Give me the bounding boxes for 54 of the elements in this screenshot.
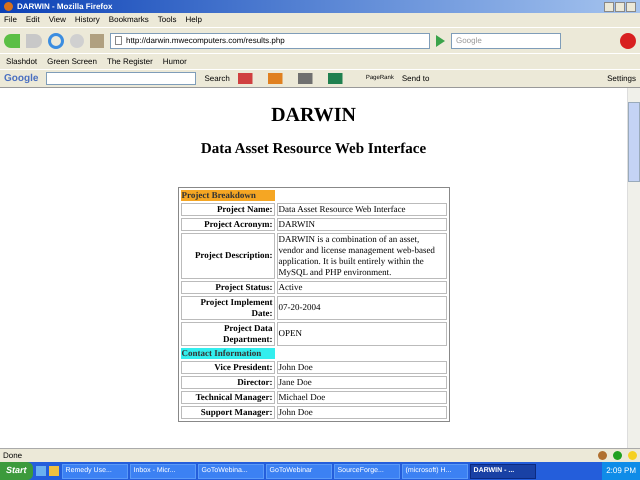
bookmark-link[interactable]: The Register bbox=[106, 56, 153, 68]
field-label: Project Description: bbox=[180, 232, 274, 278]
field-value: Data Asset Resource Web Interface bbox=[276, 202, 446, 216]
clock-text: 2:09 PM bbox=[606, 465, 636, 477]
google-logo: Google bbox=[4, 72, 38, 86]
menu-item[interactable]: Edit bbox=[26, 14, 40, 26]
field-label: Project Data Department: bbox=[180, 322, 274, 346]
field-value: OPEN bbox=[276, 322, 446, 346]
field-label: Project Status: bbox=[180, 280, 274, 294]
page-subheading: Data Asset Resource Web Interface bbox=[200, 140, 426, 159]
settings-button[interactable]: Settings bbox=[607, 72, 636, 84]
section-header: Project Breakdown bbox=[180, 190, 274, 200]
field-value: Active bbox=[276, 280, 446, 294]
scroll-thumb[interactable] bbox=[628, 102, 640, 182]
field-label: Project Implement Date: bbox=[180, 296, 274, 320]
firefox-icon bbox=[4, 2, 13, 11]
field-value: DARWIN bbox=[276, 218, 446, 230]
menu-item[interactable]: Tools bbox=[158, 14, 176, 26]
url-text: http://darwin.mwecomputers.com/results.php bbox=[126, 34, 285, 46]
address-field[interactable]: http://darwin.mwecomputers.com/results.php bbox=[110, 32, 430, 48]
quick-launch-icon[interactable] bbox=[48, 466, 59, 476]
scrollbar[interactable] bbox=[627, 88, 640, 448]
window-title: DARWIN - Mozilla Firefox bbox=[17, 0, 112, 12]
field-label: Director: bbox=[180, 376, 274, 388]
menu-item[interactable]: Help bbox=[185, 14, 202, 26]
quick-launch-icon[interactable] bbox=[36, 466, 46, 476]
start-button[interactable]: Start bbox=[0, 462, 33, 480]
field-label: Project Name: bbox=[180, 202, 274, 216]
bookmark-link[interactable]: Green Screen bbox=[47, 56, 97, 68]
menu-item[interactable]: View bbox=[48, 14, 66, 26]
stop-sign-icon[interactable] bbox=[620, 32, 636, 48]
field-value: DARWIN is a combination of an asset, vendor and license management web-based application. It is built entirely within the MySQL and PHP environment. bbox=[276, 232, 446, 278]
toolbar-search-field[interactable] bbox=[46, 72, 196, 85]
field-label: Technical Manager: bbox=[180, 390, 274, 404]
bookmark-link[interactable]: Slashdot bbox=[6, 56, 38, 68]
field-value: 07-20-2004 bbox=[276, 296, 446, 320]
send-to-button[interactable]: Send to bbox=[402, 72, 430, 84]
bookmark-link[interactable]: Humor bbox=[162, 56, 187, 68]
menu-item[interactable]: Bookmarks bbox=[108, 14, 149, 26]
status-text: Done bbox=[3, 450, 22, 462]
menu-item[interactable]: File bbox=[4, 14, 17, 26]
section-header: Contact Information bbox=[180, 348, 274, 358]
search-field[interactable]: Google bbox=[451, 32, 561, 48]
field-value: Michael Doe bbox=[276, 390, 446, 404]
field-value: John Doe bbox=[276, 406, 446, 418]
menu-item[interactable]: History bbox=[74, 14, 100, 26]
page-heading: DARWIN bbox=[271, 103, 356, 128]
field-value: Jane Doe bbox=[276, 376, 446, 388]
field-label: Support Manager: bbox=[180, 406, 274, 418]
field-label: Project Acronym: bbox=[180, 218, 274, 230]
extension-icon bbox=[598, 451, 607, 460]
search-button[interactable]: Search bbox=[204, 72, 230, 84]
field-value: John Doe bbox=[276, 360, 446, 374]
field-label: Vice President: bbox=[180, 360, 274, 374]
